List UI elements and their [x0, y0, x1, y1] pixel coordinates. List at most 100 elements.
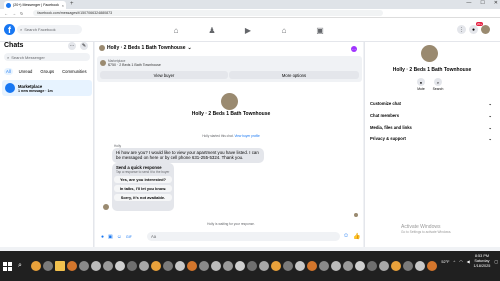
conversation-item-marketplace[interactable]: Marketplace 1 new message · 1m	[2, 80, 92, 96]
taskbar-app-icon[interactable]	[283, 261, 293, 271]
section-media-files-links[interactable]: Media, files and links ⌄	[370, 125, 492, 130]
marketplace-nav-icon[interactable]: ⌂	[278, 24, 290, 36]
reload-icon[interactable]: ↻	[20, 11, 23, 16]
close-window-button[interactable]: ✕	[494, 0, 498, 6]
contact-avatar[interactable]	[221, 93, 238, 110]
maximize-button[interactable]: ☐	[480, 0, 484, 6]
taskbar-app-icon[interactable]	[67, 261, 77, 271]
taskbar-app-icon[interactable]	[91, 261, 101, 271]
emoji-icon[interactable]: ☺	[343, 233, 349, 239]
tray-arrow-icon[interactable]: ^	[453, 260, 455, 264]
taskbar-app-icon[interactable]	[259, 261, 269, 271]
volume-icon[interactable]: ◀	[467, 259, 470, 264]
filter-communities[interactable]: Communities	[60, 68, 88, 75]
taskbar-app-icon[interactable]	[367, 261, 377, 271]
sticker-icon[interactable]: ☺	[117, 234, 122, 240]
taskbar-app-icon[interactable]	[175, 261, 185, 271]
messenger-search-input[interactable]: ⌕ Search Messenger	[4, 53, 90, 61]
windows-taskbar: ⌕	[0, 251, 500, 281]
taskbar-clock[interactable]: 8:53 PM Saturday 1/18/2025	[474, 254, 491, 269]
quick-reply-interested[interactable]: Yes, are you interested?	[114, 176, 172, 183]
tab-title: (20+) Messenger | Facebook	[13, 3, 59, 7]
clock-date: 1/18/2025	[473, 264, 491, 268]
back-icon[interactable]: ←	[4, 11, 8, 16]
taskbar-apps	[30, 261, 438, 271]
taskbar-app-icon[interactable]	[115, 261, 125, 271]
view-buyer-profile-link[interactable]: View buyer profile	[234, 134, 259, 138]
like-icon[interactable]: 👍	[353, 233, 360, 240]
taskbar-app-icon[interactable]	[127, 261, 137, 271]
minimize-button[interactable]: —	[466, 0, 471, 6]
watch-nav-icon[interactable]: ▶	[242, 24, 254, 36]
more-options-icon[interactable]: ⋯	[68, 42, 76, 50]
menu-grid-icon[interactable]: ⋮	[457, 25, 466, 34]
friends-nav-icon[interactable]: ♟	[206, 24, 218, 36]
filter-all[interactable]: All	[4, 68, 13, 75]
new-tab-button[interactable]: +	[70, 1, 74, 7]
profile-avatar[interactable]	[481, 25, 490, 34]
taskbar-app-icon[interactable]	[163, 261, 173, 271]
gaming-nav-icon[interactable]: ▣	[314, 24, 326, 36]
browser-tab[interactable]: (20+) Messenger | Facebook ×	[4, 1, 66, 9]
taskbar-search-icon[interactable]: ⌕	[14, 262, 26, 270]
taskbar-app-icon[interactable]	[211, 261, 221, 271]
thread-title[interactable]: Holly · 2 Beds 1 Bath Townhouse ⌄	[99, 45, 192, 51]
listing-info[interactable]: Marketplace $750 · 2 Beds 1 Bath Townhou…	[100, 59, 161, 67]
notifications-icon[interactable]: ▢	[494, 259, 498, 264]
section-privacy-support[interactable]: Privacy & support ⌄	[370, 136, 492, 141]
voice-clip-icon[interactable]: ●	[101, 234, 104, 240]
taskbar-app-icon[interactable]	[391, 261, 401, 271]
forward-icon[interactable]: →	[12, 11, 16, 16]
taskbar-app-icon[interactable]	[151, 261, 161, 271]
taskbar-app-icon[interactable]	[403, 261, 413, 271]
taskbar-app-icon[interactable]	[331, 261, 341, 271]
taskbar-app-icon[interactable]	[379, 261, 389, 271]
taskbar-app-icon[interactable]	[187, 261, 197, 271]
url-field[interactable]: facebook.com/messages/t/1507066324880873	[33, 10, 384, 16]
quick-reply-not-available[interactable]: Sorry, it's not available.	[114, 194, 172, 201]
network-icon[interactable]: ◠	[459, 259, 462, 264]
quick-reply-in-talks[interactable]: In talks, I'll let you know.	[114, 185, 172, 192]
chevron-down-icon: ⌄	[488, 101, 492, 106]
search-action[interactable]: ⌕ Search	[428, 78, 448, 91]
taskbar-app-icon[interactable]	[343, 261, 353, 271]
taskbar-app-icon[interactable]	[415, 261, 425, 271]
taskbar-app-icon[interactable]	[355, 261, 365, 271]
details-avatar[interactable]	[421, 45, 438, 62]
filter-groups[interactable]: Groups	[38, 68, 56, 75]
taskbar-app-icon[interactable]	[223, 261, 233, 271]
taskbar-app-icon[interactable]	[55, 261, 65, 271]
view-buyer-button[interactable]: View buyer	[100, 71, 228, 79]
facebook-search-input[interactable]: ⌕ Search Facebook	[17, 25, 82, 34]
taskbar-app-icon[interactable]	[31, 261, 41, 271]
more-options-button[interactable]: More options	[229, 71, 359, 79]
section-chat-members[interactable]: Chat members ⌄	[370, 113, 492, 118]
section-customize-chat[interactable]: Customize chat ⌄	[370, 101, 492, 106]
image-icon[interactable]: ▣	[108, 234, 113, 240]
taskbar-app-icon[interactable]	[79, 261, 89, 271]
close-tab-icon[interactable]: ×	[62, 3, 64, 8]
notifications-bell-icon[interactable]: ●	[469, 25, 478, 34]
taskbar-app-icon[interactable]	[103, 261, 113, 271]
weather-text[interactable]: 52°F	[441, 260, 449, 264]
taskbar-app-icon[interactable]	[247, 261, 257, 271]
taskbar-app-icon[interactable]	[319, 261, 329, 271]
thread-info-icon[interactable]: ⋯	[351, 46, 357, 52]
taskbar-app-icon[interactable]	[235, 261, 245, 271]
facebook-logo[interactable]: f	[4, 24, 15, 35]
search-placeholder: Search Facebook	[24, 27, 56, 32]
taskbar-app-icon[interactable]	[199, 261, 209, 271]
chats-title: Chats	[4, 42, 24, 49]
taskbar-app-icon[interactable]	[295, 261, 305, 271]
taskbar-app-icon[interactable]	[427, 261, 437, 271]
taskbar-app-icon[interactable]	[271, 261, 281, 271]
home-nav-icon[interactable]: ⌂	[170, 24, 182, 36]
new-message-icon[interactable]: ✎	[80, 42, 88, 50]
taskbar-app-icon[interactable]	[139, 261, 149, 271]
gif-icon[interactable]: GIF	[126, 235, 132, 239]
message-input[interactable]: Aa	[147, 232, 340, 241]
filter-unread[interactable]: Unread	[17, 68, 35, 75]
start-button[interactable]	[0, 261, 14, 271]
taskbar-app-icon[interactable]	[43, 261, 53, 271]
taskbar-app-icon[interactable]	[307, 261, 317, 271]
